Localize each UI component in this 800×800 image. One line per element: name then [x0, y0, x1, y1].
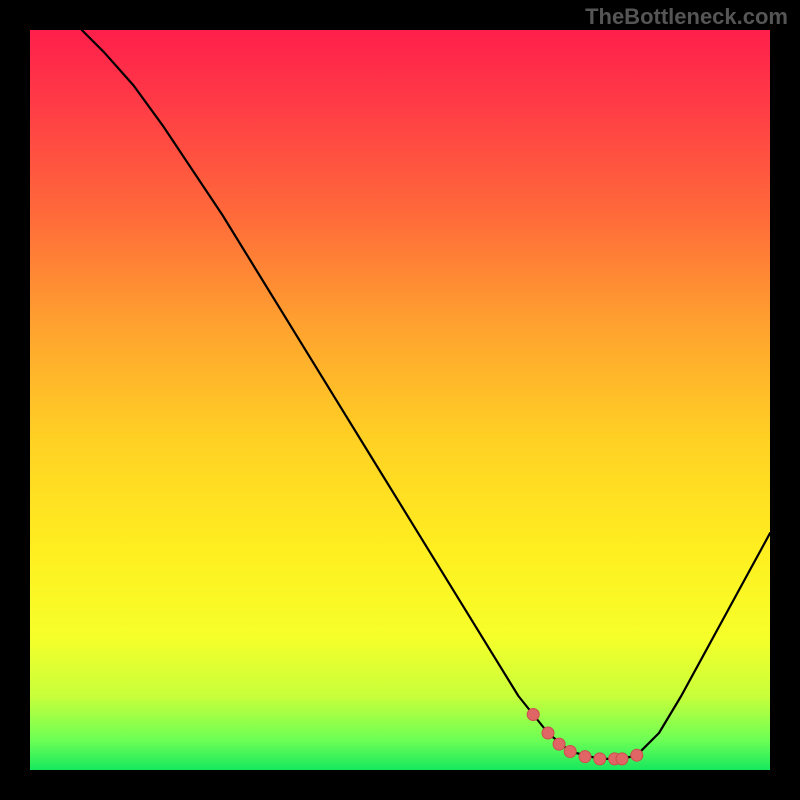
- marker-dot: [594, 753, 606, 765]
- marker-dot: [564, 746, 576, 758]
- marker-dot: [579, 751, 591, 763]
- marker-dot: [553, 738, 565, 750]
- chart-container: TheBottleneck.com: [0, 0, 800, 800]
- marker-dot: [631, 749, 643, 761]
- marker-dot: [542, 727, 554, 739]
- chart-svg: [30, 30, 770, 770]
- marker-dot: [527, 709, 539, 721]
- marker-dot: [616, 753, 628, 765]
- plot-area: [30, 30, 770, 770]
- gradient-background: [30, 30, 770, 770]
- watermark-label: TheBottleneck.com: [585, 4, 788, 30]
